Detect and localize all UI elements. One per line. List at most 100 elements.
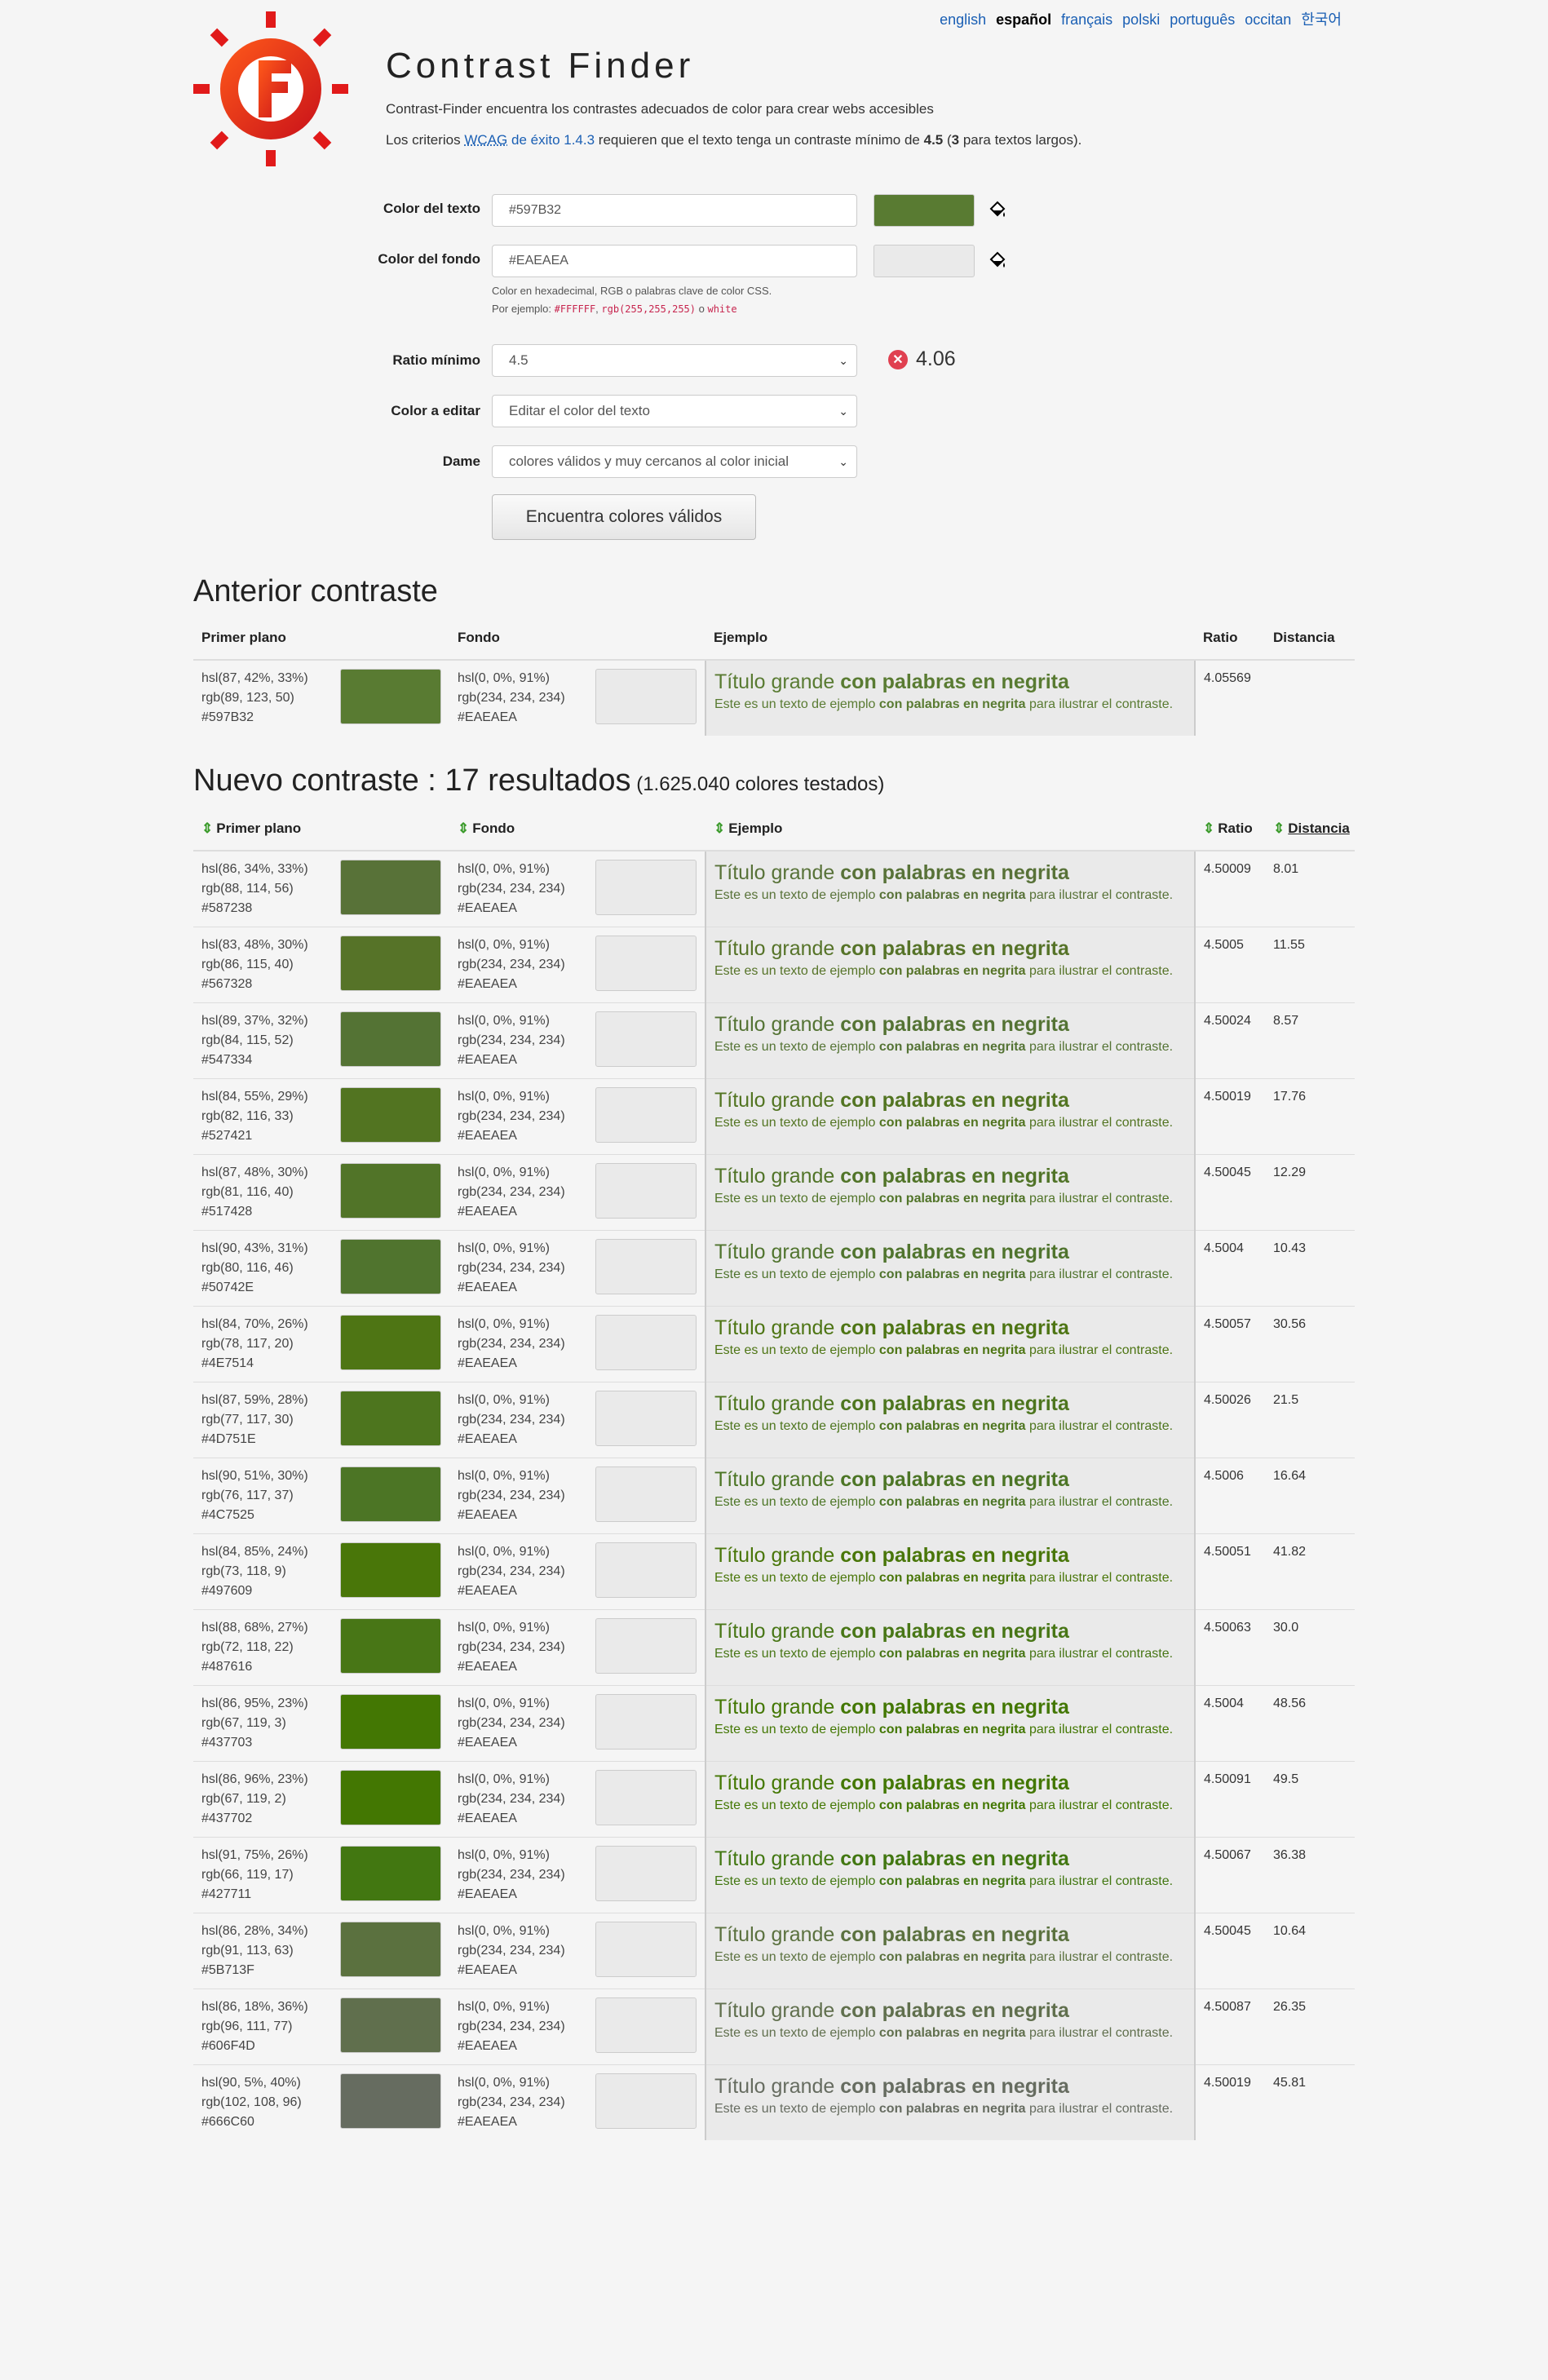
table-row: hsl(86, 28%, 34%) rgb(91, 113, 63) #5B71… — [193, 1913, 1355, 1989]
bg-color-label: Color del fondo — [378, 251, 480, 267]
example-small-text: Este es un texto de ejemplo con palabras… — [714, 2024, 1186, 2043]
sort-example[interactable]: ⇕ Ejemplo — [705, 807, 1195, 852]
bg-hex: #EAEAEA — [458, 1432, 517, 1446]
sort-fg-label: Primer plano — [216, 821, 302, 836]
sort-fg[interactable]: ⇕ Primer plano — [193, 807, 449, 852]
fg-cell: hsl(88, 68%, 27%) rgb(72, 118, 22) #4876… — [193, 1609, 449, 1686]
example-large-normal: Título grande — [714, 1241, 841, 1263]
example-large-bold: con palabras en negrita — [840, 937, 1069, 960]
example-large-normal: Título grande — [714, 1620, 841, 1643]
fg-hex: #427711 — [201, 1887, 252, 1901]
distance-cell: 48.56 — [1265, 1685, 1355, 1762]
language-link[interactable]: polski — [1122, 11, 1160, 28]
ratio-label: Ratio mínimo — [392, 352, 480, 368]
example-large-bold: con palabras en negrita — [840, 1316, 1069, 1339]
fg-hex: #666C60 — [201, 2115, 254, 2129]
example-large-normal: Título grande — [714, 1013, 841, 1036]
example-cell: Título grande con palabras en negrita Es… — [705, 1458, 1196, 1534]
edit-label: Color a editar — [391, 403, 480, 418]
fg-rgb: rgb(86, 115, 40) — [201, 958, 294, 971]
bg-rgb: rgb(234, 234, 234) — [458, 1640, 565, 1654]
example-small-normal: Este es un texto de ejemplo — [714, 2102, 879, 2116]
example-small-normal: Este es un texto de ejemplo — [714, 1647, 879, 1661]
fg-cell: hsl(83, 48%, 30%) rgb(86, 115, 40) #5673… — [193, 927, 449, 1003]
example-large-normal: Título grande — [714, 1089, 841, 1112]
bg-hsl: hsl(0, 0%, 91%) — [458, 1166, 550, 1179]
give-select[interactable]: colores válidos y muy cercanos al color … — [492, 445, 857, 478]
hint-example-keyword: white — [707, 303, 737, 315]
ratio-cell: 4.50009 — [1195, 850, 1265, 927]
example-small-text: Este es un texto de ejemplo con palabras… — [714, 1417, 1186, 1436]
fg-hsl: hsl(84, 55%, 29%) — [201, 1090, 308, 1104]
distance-cell: 10.64 — [1265, 1913, 1355, 1989]
col-example: Ejemplo — [705, 617, 1195, 661]
bg-hex: #EAEAEA — [458, 1356, 517, 1370]
bg-hex: #EAEAEA — [458, 1812, 517, 1825]
example-large-text: Título grande con palabras en negrita — [714, 1997, 1186, 2024]
sort-ratio[interactable]: ⇕ Ratio — [1195, 807, 1265, 852]
example-large-bold: con palabras en negrita — [840, 1544, 1069, 1567]
fg-rgb: rgb(78, 117, 20) — [201, 1337, 294, 1351]
text-color-swatch — [874, 194, 975, 227]
example-small-bold: con palabras en negrita — [878, 1419, 1026, 1433]
table-row: hsl(87, 42%, 33%) rgb(89, 123, 50) #597B… — [193, 659, 1355, 736]
example-small-bold: con palabras en negrita — [878, 1116, 1026, 1130]
fg-swatch — [340, 669, 441, 724]
fg-rgb: rgb(77, 117, 30) — [201, 1413, 294, 1427]
language-link[interactable]: español — [996, 11, 1051, 28]
example-large-text: Título grande con palabras en negrita — [714, 1391, 1186, 1417]
results-heading: Nuevo contraste : 17 resultados (1.625.0… — [193, 763, 884, 798]
example-large-text: Título grande con palabras en negrita — [714, 1618, 1186, 1644]
ratio-cell: 4.50051 — [1195, 1533, 1265, 1610]
text-color-input[interactable]: #597B32 — [492, 194, 857, 227]
wcag-link[interactable]: WCAG de éxito 1.4.3 — [464, 132, 595, 148]
bg-swatch — [595, 1846, 697, 1901]
example-small-bold: con palabras en negrita — [878, 2102, 1026, 2116]
bg-color-input[interactable]: #EAEAEA — [492, 245, 857, 277]
find-colors-button[interactable]: Encuentra colores válidos — [492, 494, 756, 540]
paint-bucket-icon[interactable] — [988, 251, 1007, 271]
example-small-text: Este es un texto de ejemplo con palabras… — [714, 1796, 1186, 1816]
fg-swatch — [340, 1997, 441, 2053]
bg-cell: hsl(0, 0%, 91%) rgb(234, 234, 234) #EAEA… — [449, 1458, 705, 1534]
results-heading-sub: (1.625.040 colores testados) — [630, 773, 885, 795]
bg-rgb: rgb(234, 234, 234) — [458, 691, 565, 705]
example-large-bold: con palabras en negrita — [840, 1620, 1069, 1643]
wcag-end: para textos largos). — [959, 132, 1082, 148]
language-link[interactable]: français — [1061, 11, 1112, 28]
wcag-link-text: de éxito 1.4.3 — [507, 132, 595, 148]
bg-cell: hsl(0, 0%, 91%) rgb(234, 234, 234) #EAEA… — [449, 1230, 705, 1307]
language-link[interactable]: occitan — [1245, 11, 1291, 28]
example-cell: Título grande con palabras en negrita Es… — [705, 850, 1196, 927]
bg-cell: hsl(0, 0%, 91%) rgb(234, 234, 234) #EAEA… — [449, 1382, 705, 1458]
paint-bucket-icon[interactable] — [988, 201, 1007, 220]
wcag-open: ( — [943, 132, 952, 148]
language-link[interactable]: english — [940, 11, 986, 28]
bg-swatch — [595, 1694, 697, 1750]
sort-distance[interactable]: ⇕ Distancia — [1265, 807, 1355, 852]
bg-rgb: rgb(234, 234, 234) — [458, 1944, 565, 1958]
fg-rgb: rgb(67, 119, 3) — [201, 1716, 286, 1730]
edit-select[interactable]: Editar el color del texto ⌄ — [492, 395, 857, 427]
example-cell: Título grande con palabras en negrita Es… — [705, 1230, 1196, 1307]
example-large-text: Título grande con palabras en negrita — [714, 1694, 1186, 1720]
wcag-prefix: Los criterios — [386, 132, 465, 148]
fg-rgb: rgb(73, 118, 9) — [201, 1564, 286, 1578]
example-small-end: para ilustrar el contraste. — [1025, 1571, 1174, 1585]
bg-swatch — [595, 669, 697, 724]
fg-hex: #606F4D — [201, 2039, 255, 2053]
fg-rgb: rgb(96, 111, 77) — [201, 2019, 293, 2033]
bg-rgb: rgb(234, 234, 234) — [458, 1716, 565, 1730]
bg-hsl: hsl(0, 0%, 91%) — [458, 1014, 550, 1028]
ratio-select[interactable]: 4.5 ⌄ — [492, 344, 857, 377]
language-link[interactable]: português — [1170, 11, 1235, 28]
distance-cell: 17.76 — [1265, 1078, 1355, 1155]
language-link[interactable]: 한국어 — [1301, 11, 1342, 28]
table-row: hsl(90, 51%, 30%) rgb(76, 117, 37) #4C75… — [193, 1458, 1355, 1534]
sort-bg[interactable]: ⇕ Fondo — [449, 807, 705, 852]
bg-swatch — [595, 1011, 697, 1067]
example-cell: Título grande con palabras en negrita Es… — [705, 1533, 1196, 1610]
fg-swatch — [340, 936, 441, 991]
give-select-value: colores válidos y muy cercanos al color … — [509, 453, 789, 469]
fg-cell: hsl(87, 48%, 30%) rgb(81, 116, 40) #5174… — [193, 1154, 449, 1231]
